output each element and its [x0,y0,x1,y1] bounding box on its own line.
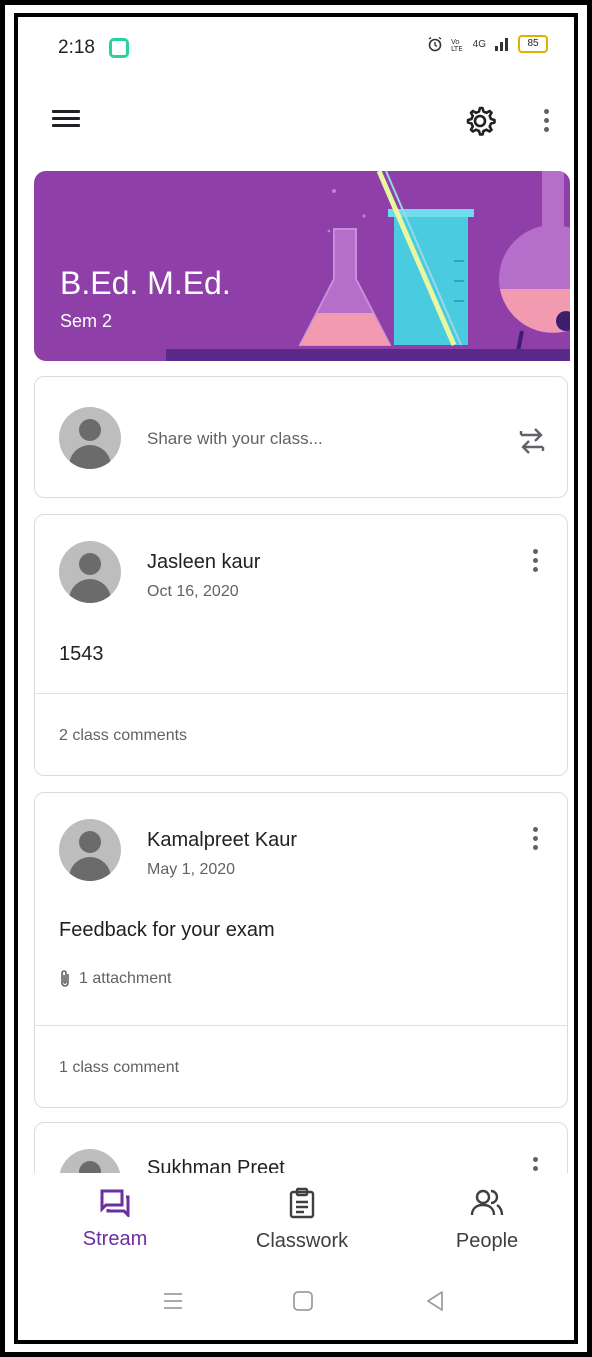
signal-icon [495,38,508,51]
tab-stream[interactable]: Stream [40,1187,190,1251]
tab-people-label: People [455,1230,519,1252]
repost-icon[interactable] [515,419,549,459]
system-navigation-bar [22,1266,570,1336]
status-icons: Vo LTE 4G 85 [427,35,548,53]
status-time: 2:18 [58,37,95,58]
battery-icon: 85 [518,35,548,53]
tab-people[interactable]: People [412,1187,562,1253]
divider [35,1025,567,1026]
attachment-link[interactable]: 1 attachment [59,969,172,989]
attachment-count: 1 attachment [79,970,172,987]
post-author: Kamalpreet Kaur [147,829,298,851]
post-text: 1543 [59,643,104,665]
paperclip-icon [61,970,69,987]
avatar [59,541,121,603]
post-card[interactable]: Kamalpreet Kaur May 1, 2020 Feedback for… [34,792,568,1108]
post-date: May 1, 2020 [147,861,236,878]
tab-classwork-label: Classwork [255,1230,349,1252]
app-notification-icon [109,38,129,58]
class-title: B.Ed. M.Ed. [60,265,231,301]
alarm-icon [428,36,442,52]
post-text: Feedback for your exam [59,919,275,941]
post-card[interactable]: Jasleen kaur Oct 16, 2020 1543 2 class c… [34,514,568,776]
menu-icon[interactable] [52,107,80,131]
post-more-icon[interactable] [525,823,545,857]
share-input[interactable]: Share with your class... [147,429,323,449]
avatar [59,407,121,469]
tab-stream-label: Stream [82,1228,148,1250]
post-date: Oct 16, 2020 [147,583,239,600]
post-author: Jasleen kaur [147,551,261,573]
avatar [59,819,121,881]
phone-screen: 2:18 Vo LTE 4G 85 B.Ed. M.Ed. Sem 2 Shar… [22,21,570,1336]
class-banner[interactable]: B.Ed. M.Ed. Sem 2 [34,171,570,361]
divider [35,693,567,694]
bottom-navigation: Stream Classwork People [22,1173,570,1263]
classwork-icon [289,1187,315,1219]
recent-apps-icon[interactable] [158,1288,188,1314]
svg-text:LTE: LTE [451,45,463,52]
network-type: 4G [472,38,486,50]
class-comments-link[interactable]: 1 class comment [59,1059,179,1077]
class-section: Sem 2 [60,311,113,331]
people-icon [470,1189,504,1216]
share-card[interactable]: Share with your class... [34,376,568,498]
post-more-icon[interactable] [525,545,545,579]
app-bar [22,91,570,155]
tab-classwork[interactable]: Classwork [227,1187,377,1253]
back-icon[interactable] [420,1288,450,1314]
stream-icon [100,1189,130,1219]
class-comments-link[interactable]: 2 class comments [59,727,187,745]
status-bar: 2:18 Vo LTE 4G 85 [22,21,570,77]
more-options-icon[interactable] [536,105,556,139]
home-icon[interactable] [288,1288,318,1314]
gear-icon[interactable] [462,103,498,139]
volte-icon: VoLTE [451,38,463,52]
